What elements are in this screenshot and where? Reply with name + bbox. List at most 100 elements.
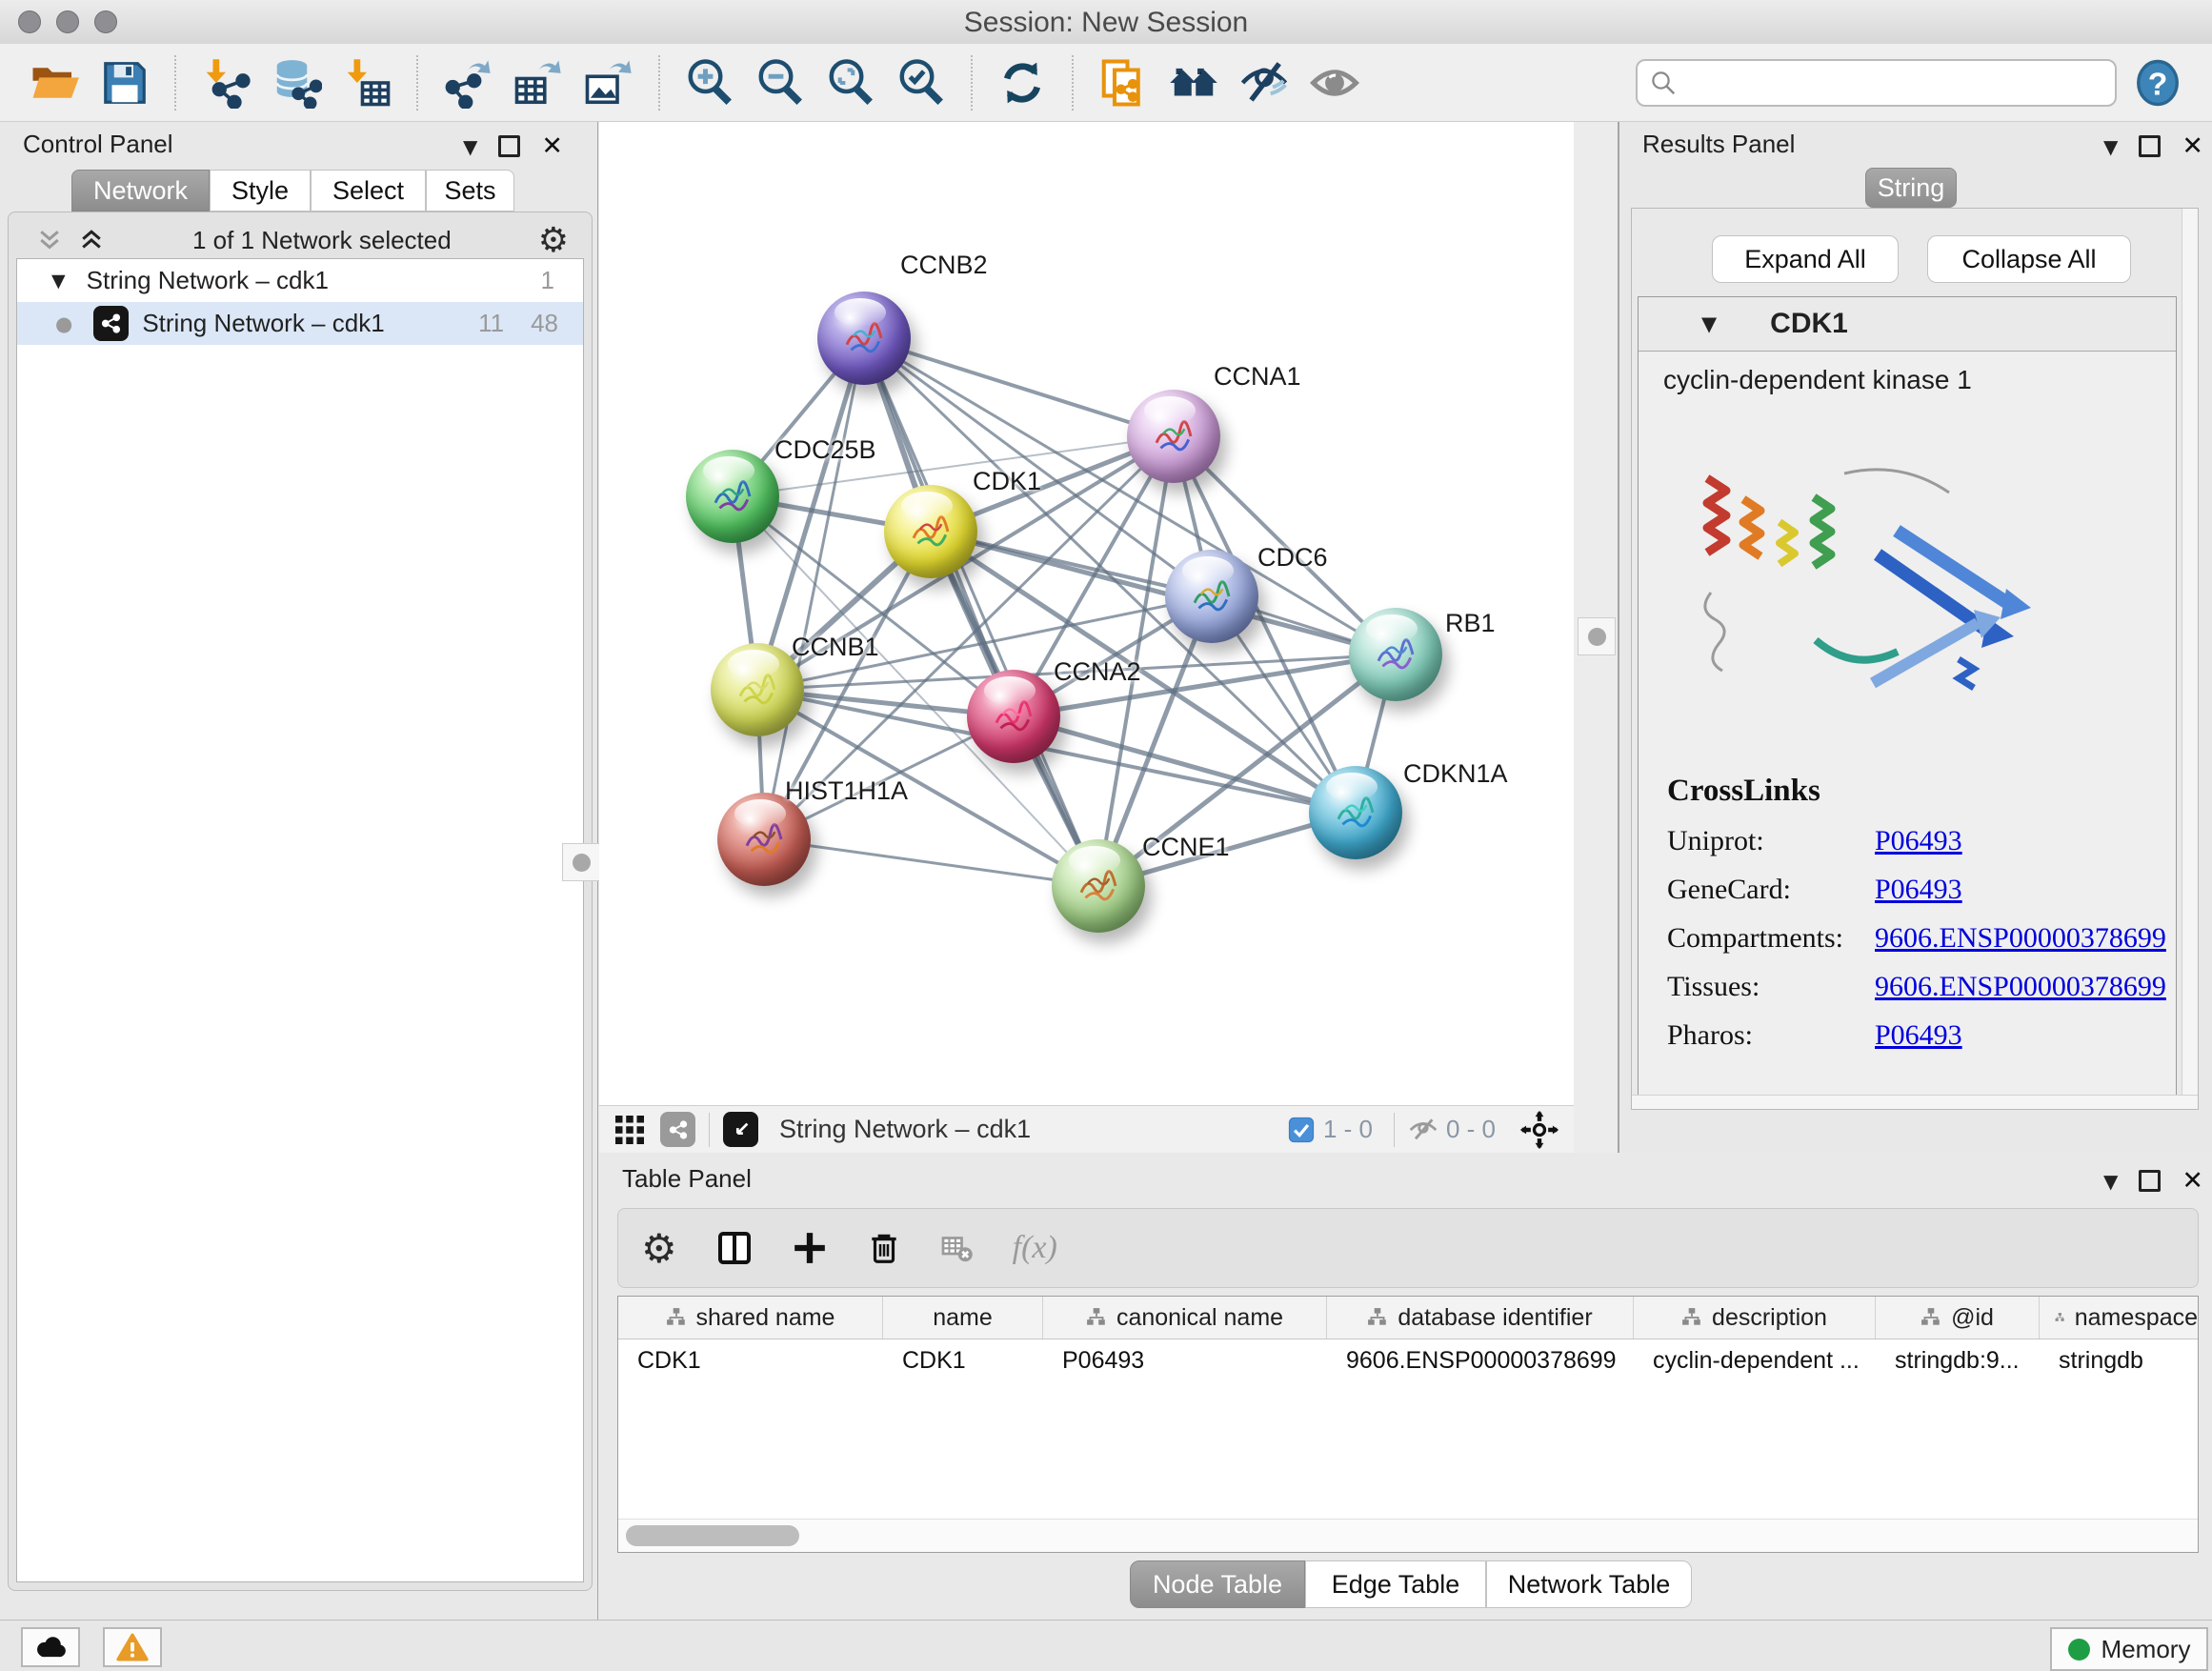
node-CDC6[interactable] — [1165, 550, 1258, 643]
results-horizontal-scrollbar[interactable] — [1632, 1095, 2198, 1109]
network-row[interactable]: ● String Network – cdk1 11 48 — [17, 302, 583, 345]
table-scrollbar-thumb[interactable] — [626, 1525, 799, 1546]
crosslink-link[interactable]: 9606.ENSP00000378699 — [1875, 922, 2166, 955]
column-header--id[interactable]: @id — [1876, 1297, 2040, 1339]
vertical-splitter[interactable] — [1574, 122, 1619, 1153]
control-panel-splitter-handle[interactable] — [562, 843, 600, 881]
show-all-button[interactable] — [1307, 54, 1362, 111]
network-options-gear-icon[interactable]: ⚙ — [538, 221, 569, 260]
open-session-button[interactable] — [27, 54, 82, 111]
results-vertical-scrollbar[interactable] — [2182, 209, 2198, 1109]
column-header-name[interactable]: name — [883, 1297, 1043, 1339]
node-CDKN1A[interactable] — [1309, 766, 1402, 859]
birds-eye-grid-icon[interactable] — [613, 1113, 647, 1147]
table-cell[interactable]: stringdb — [2040, 1339, 2198, 1381]
selected-checkbox-icon[interactable] — [1287, 1116, 1316, 1144]
table-cell[interactable]: CDK1 — [883, 1339, 1043, 1381]
table-cell[interactable]: stringdb:9... — [1876, 1339, 2040, 1381]
tab-string[interactable]: String — [1865, 168, 1957, 208]
node-HIST1H1A[interactable] — [717, 793, 811, 886]
search-input[interactable] — [1678, 67, 2103, 98]
tab-edge-table[interactable]: Edge Table — [1305, 1560, 1486, 1608]
first-neighbors-button[interactable] — [1166, 54, 1221, 111]
export-image-button[interactable] — [581, 54, 636, 111]
edge-CCNB2-CCNA1[interactable] — [864, 338, 1174, 436]
import-network-from-database-button[interactable] — [269, 54, 324, 111]
refresh-button[interactable] — [995, 54, 1050, 111]
popout-view-icon[interactable] — [723, 1112, 758, 1147]
collapse-all-networks-icon[interactable] — [35, 226, 64, 254]
import-network-button[interactable] — [198, 54, 253, 111]
hide-selected-button[interactable] — [1237, 54, 1292, 111]
clone-network-button[interactable] — [1096, 54, 1151, 111]
show-columns-icon[interactable] — [715, 1229, 754, 1267]
network-type-icon[interactable] — [660, 1112, 695, 1147]
zoom-in-button[interactable] — [682, 54, 737, 111]
column-header-database-identifier[interactable]: database identifier — [1327, 1297, 1634, 1339]
expand-all-networks-icon[interactable] — [77, 226, 106, 254]
tab-sets[interactable]: Sets — [426, 170, 514, 211]
crosslink-link[interactable]: P06493 — [1875, 874, 1962, 906]
crosslink-link[interactable]: P06493 — [1875, 1019, 1962, 1052]
delete-table-icon[interactable] — [940, 1231, 975, 1265]
gene-expander-icon[interactable]: ▼ — [1701, 312, 1717, 335]
table-cell[interactable]: P06493 — [1043, 1339, 1327, 1381]
table-cell[interactable]: CDK1 — [618, 1339, 883, 1381]
tab-network-table[interactable]: Network Table — [1486, 1560, 1692, 1608]
save-session-button[interactable] — [97, 54, 152, 111]
node-CCNB2[interactable] — [817, 292, 911, 385]
node-CCNE1[interactable] — [1052, 839, 1145, 933]
column-header-shared-name[interactable]: shared name — [618, 1297, 883, 1339]
float-panel-icon[interactable] — [2139, 135, 2161, 157]
fit-selected-crosshair-icon[interactable] — [1518, 1109, 1560, 1151]
table-row[interactable]: CDK1CDK1P064939606.ENSP00000378699cyclin… — [618, 1339, 2198, 1381]
crosslink-link[interactable]: 9606.ENSP00000378699 — [1875, 971, 2166, 1003]
collapse-panel-icon[interactable]: ▼ — [2103, 135, 2118, 158]
collapse-all-button[interactable]: Collapse All — [1927, 235, 2131, 283]
close-panel-icon[interactable]: ✕ — [2182, 131, 2203, 161]
column-header-canonical-name[interactable]: canonical name — [1043, 1297, 1327, 1339]
column-header-description[interactable]: description — [1634, 1297, 1876, 1339]
float-panel-icon[interactable] — [498, 135, 520, 157]
node-CCNB1[interactable] — [711, 643, 804, 736]
tab-network[interactable]: Network — [71, 170, 210, 211]
help-button[interactable]: ? — [2130, 54, 2185, 111]
cloud-status-button[interactable] — [21, 1627, 80, 1667]
zoom-fit-button[interactable] — [823, 54, 878, 111]
delete-column-trash-icon[interactable] — [866, 1230, 902, 1266]
warnings-button[interactable] — [103, 1627, 162, 1667]
memory-button[interactable]: Memory — [2050, 1627, 2208, 1671]
zoom-out-button[interactable] — [753, 54, 808, 111]
import-table-button[interactable] — [339, 54, 394, 111]
table-cell[interactable]: 9606.ENSP00000378699 — [1327, 1339, 1634, 1381]
table-options-gear-icon[interactable]: ⚙ — [641, 1225, 677, 1272]
table-cell[interactable]: cyclin-dependent ... — [1634, 1339, 1876, 1381]
crosslink-link[interactable]: P06493 — [1875, 825, 1962, 857]
node-CDK1[interactable] — [884, 485, 977, 578]
collapse-panel-icon[interactable]: ▼ — [463, 135, 477, 158]
close-panel-icon[interactable]: ✕ — [541, 131, 563, 161]
search-field[interactable] — [1636, 59, 2117, 107]
export-network-button[interactable] — [440, 54, 495, 111]
node-CCNA1[interactable] — [1127, 390, 1220, 483]
vertical-splitter-handle[interactable] — [1578, 617, 1616, 655]
network-canvas[interactable]: CCNB2 CCNA1 CDC25B CDK1 CDC6 RB1 CCNB1 C… — [599, 122, 1574, 1105]
table-horizontal-scrollbar[interactable] — [618, 1519, 2198, 1552]
export-table-button[interactable] — [511, 54, 566, 111]
network-collection-row[interactable]: ▼ String Network – cdk1 1 — [17, 259, 583, 302]
tab-select[interactable]: Select — [311, 170, 426, 211]
close-panel-icon[interactable]: ✕ — [2182, 1166, 2203, 1196]
zoom-selected-button[interactable] — [894, 54, 949, 111]
tab-style[interactable]: Style — [210, 170, 311, 211]
expand-all-button[interactable]: Expand All — [1712, 235, 1899, 283]
collection-expander-icon[interactable]: ▼ — [51, 271, 66, 292]
node-CDC25B[interactable] — [686, 450, 779, 543]
edge-CCNE1-HIST1H1A[interactable] — [764, 839, 1098, 886]
collapse-panel-icon[interactable]: ▼ — [2103, 1170, 2118, 1193]
add-column-icon[interactable] — [792, 1230, 828, 1266]
tab-node-table[interactable]: Node Table — [1130, 1560, 1305, 1608]
node-RB1[interactable] — [1349, 608, 1442, 701]
node-CCNA2[interactable] — [967, 670, 1060, 763]
hidden-eye-icon[interactable] — [1408, 1115, 1438, 1145]
column-header-namespace[interactable]: namespace — [2040, 1297, 2198, 1339]
